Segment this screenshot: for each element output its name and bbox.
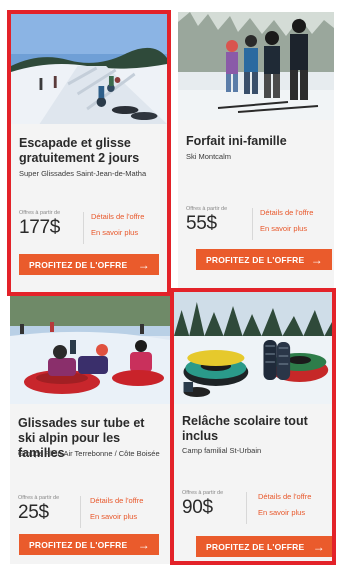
cta-label: PROFITEZ DE L'OFFRE	[206, 541, 305, 552]
divider	[252, 208, 253, 240]
offer-links: Détails de l'offre En savoir plus	[90, 493, 143, 525]
offer-card-2[interactable]: Forfait ini-famille Ski Montcalm Offres …	[178, 12, 334, 294]
profit-offer-button[interactable]: PROFITEZ DE L'OFFRE →	[19, 534, 159, 555]
offer-title[interactable]: Relâche scolaire tout inclus	[182, 414, 326, 444]
more-info-link[interactable]: En savoir plus	[258, 505, 311, 521]
snow-tubing-slope-photo[interactable]	[11, 14, 167, 124]
offer-price: 177$	[19, 217, 61, 238]
offer-price: 55$	[186, 213, 217, 234]
offer-from-label: Offres à partir de	[19, 210, 61, 216]
offer-organizer: Camp familial St-Urbain	[182, 446, 262, 455]
offer-price: 25$	[18, 502, 49, 523]
cta-label: PROFITEZ DE L'OFFRE	[206, 254, 305, 265]
arrow-right-icon: →	[312, 539, 325, 554]
divider	[83, 212, 84, 244]
price-block: Offres à partir de 25$	[18, 495, 59, 529]
offer-links: Détails de l'offre En savoir plus	[91, 209, 144, 241]
profit-offer-button[interactable]: PROFITEZ DE L'OFFRE →	[19, 254, 159, 275]
profit-offer-button[interactable]: PROFITEZ DE L'OFFRE →	[196, 536, 332, 557]
price-block: Offres à partir de 55$	[186, 206, 227, 240]
offer-card-4[interactable]: Relâche scolaire tout inclus Camp famili…	[170, 288, 336, 565]
more-info-link[interactable]: En savoir plus	[260, 221, 313, 237]
offer-price: 90$	[182, 497, 213, 518]
price-block: Offres à partir de 90$	[182, 490, 223, 524]
cta-label: PROFITEZ DE L'OFFRE	[29, 539, 128, 550]
more-info-link[interactable]: En savoir plus	[91, 225, 144, 241]
cta-label: PROFITEZ DE L'OFFRE	[29, 259, 128, 270]
profit-offer-button[interactable]: PROFITEZ DE L'OFFRE →	[196, 249, 332, 270]
offer-organizer: Super Glissades Saint-Jean-de-Matha	[19, 169, 147, 178]
offer-title[interactable]: Forfait ini-famille	[186, 134, 328, 149]
offer-card-1[interactable]: Escapade et glisse gratuitement 2 jours …	[7, 10, 171, 296]
price-block: Offres à partir de 177$	[19, 210, 60, 244]
kids-tubing-photo[interactable]	[10, 296, 170, 404]
family-skiing-photo[interactable]	[178, 12, 334, 120]
divider	[246, 492, 247, 524]
more-info-link[interactable]: En savoir plus	[90, 509, 143, 525]
details-link[interactable]: Détails de l'offre	[90, 493, 143, 509]
details-link[interactable]: Détails de l'offre	[260, 205, 313, 221]
arrow-right-icon: →	[310, 252, 323, 267]
arrow-right-icon: →	[137, 257, 150, 272]
offer-links: Détails de l'offre En savoir plus	[258, 489, 311, 521]
tubes-and-snowshoes-photo[interactable]	[174, 292, 332, 404]
arrow-right-icon: →	[137, 537, 150, 552]
offer-title[interactable]: Escapade et glisse gratuitement 2 jours	[19, 136, 161, 166]
offer-from-label: Offres à partir de	[186, 206, 228, 212]
offer-organizer: Groupe Plein Air Terrebonne / Côte Boisé…	[18, 449, 160, 458]
offer-card-3[interactable]: Glissades sur tube et ski alpin pour les…	[10, 296, 170, 564]
offer-from-label: Offres à partir de	[182, 490, 224, 496]
offer-from-label: Offres à partir de	[18, 495, 60, 501]
details-link[interactable]: Détails de l'offre	[91, 209, 144, 225]
offer-links: Détails de l'offre En savoir plus	[260, 205, 313, 237]
details-link[interactable]: Détails de l'offre	[258, 489, 311, 505]
divider	[80, 496, 81, 528]
offer-organizer: Ski Montcalm	[186, 152, 232, 161]
